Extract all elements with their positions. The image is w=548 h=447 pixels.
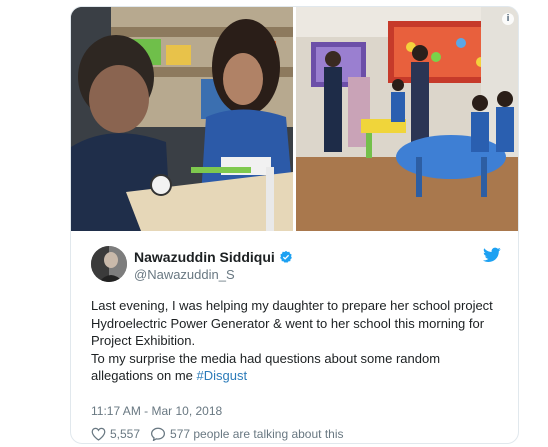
info-icon[interactable]: i <box>502 13 514 25</box>
author-name-row[interactable]: Nawazuddin Siddiqui <box>134 249 293 265</box>
hashtag-link[interactable]: #Disgust <box>197 368 248 383</box>
twitter-bird-icon[interactable] <box>483 247 501 263</box>
like-count: 5,557 <box>110 427 141 441</box>
tweet-actions: 5,557 577 people are talking about this <box>91 427 354 441</box>
verified-badge-icon <box>279 250 292 263</box>
reply-icon <box>151 427 166 441</box>
tweet-header: Nawazuddin Siddiqui @Nawazuddin_S <box>91 243 501 285</box>
tweet-text-line-1: Last evening, I was helping my daughter … <box>91 298 493 349</box>
avatar[interactable] <box>91 246 127 282</box>
tweet-text-line-2: To my surprise the media had questions a… <box>91 350 503 385</box>
author-handle[interactable]: @Nawazuddin_S <box>134 267 235 282</box>
embedded-tweet-card[interactable]: i Nawazuddin Siddiqui @Nawazuddin_S Last… <box>70 6 519 444</box>
like-action[interactable]: 5,557 <box>91 427 140 441</box>
photo-father-daughter-project[interactable] <box>71 7 293 231</box>
author-name[interactable]: Nawazuddin Siddiqui <box>134 249 275 265</box>
reply-action[interactable]: 577 people are talking about this <box>150 427 344 441</box>
tweet-text: Last evening, I was helping my daughter … <box>91 297 503 385</box>
tweet-timestamp[interactable]: 11:17 AM - Mar 10, 2018 <box>91 404 222 418</box>
conversation-count: 577 people are talking about this <box>170 427 344 441</box>
heart-icon <box>91 427 106 441</box>
tweet-media[interactable]: i <box>71 7 518 231</box>
tweet-text-line-2-body: To my surprise the media had questions a… <box>91 350 441 384</box>
photo-classroom[interactable]: i <box>296 7 518 231</box>
